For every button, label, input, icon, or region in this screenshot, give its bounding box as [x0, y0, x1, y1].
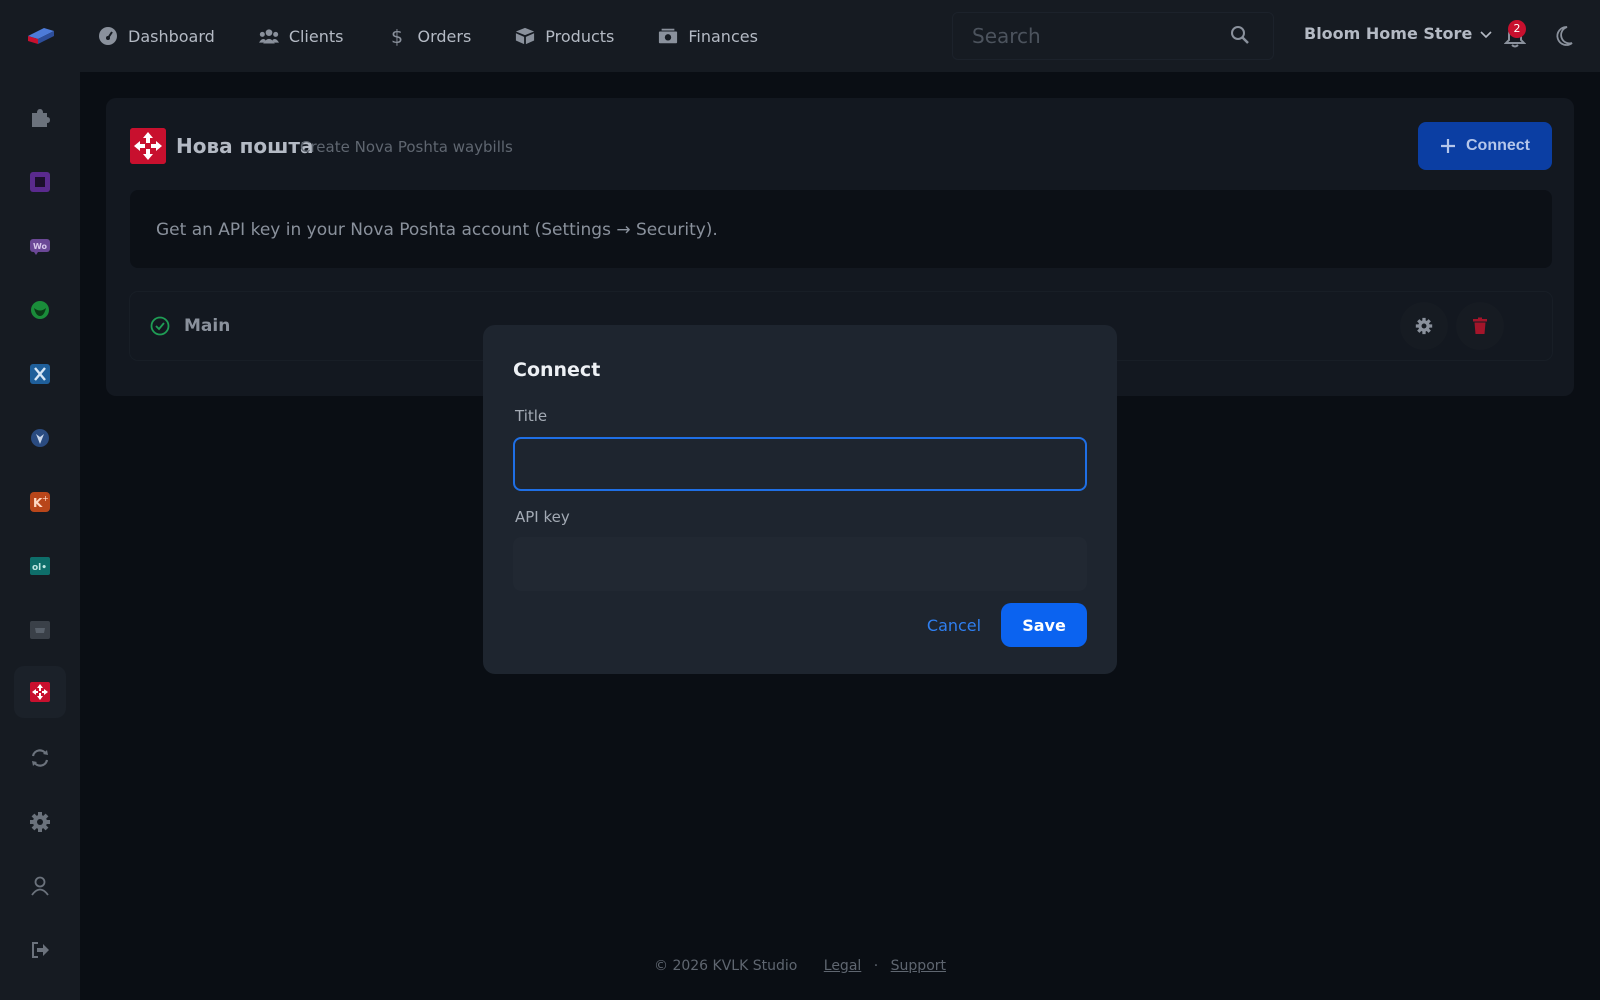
olx-icon: ol•	[30, 557, 50, 575]
nav-dashboard[interactable]: Dashboard	[98, 26, 215, 46]
sidebar-item-sync[interactable]	[22, 740, 58, 776]
nova-poshta-logo-icon	[130, 128, 166, 164]
save-button[interactable]: Save	[1001, 603, 1087, 647]
dollar-icon: $	[391, 26, 403, 46]
sync-icon	[31, 749, 49, 767]
title-input[interactable]	[513, 437, 1087, 491]
top-bar: Dashboard Clients $ Orders Products Fina…	[0, 0, 1600, 72]
account-delete-button[interactable]	[1456, 302, 1504, 350]
sidebar-item-shield-app[interactable]	[22, 420, 58, 456]
connect-button-label: Connect	[1466, 137, 1530, 154]
svg-text:Wo: Wo	[33, 242, 48, 251]
sidebar: Wo K + ol•	[0, 72, 80, 1000]
footer: © 2026 KVLK Studio Legal · Support	[0, 958, 1600, 974]
sidebar-item-olx[interactable]: ol•	[22, 548, 58, 584]
connect-modal: Connect Title API key Cancel Save	[483, 325, 1117, 674]
sidebar-item-settings[interactable]	[22, 804, 58, 840]
sidebar-item-woocommerce[interactable]: Wo	[22, 228, 58, 264]
footer-separator: ·	[873, 958, 879, 974]
api-key-input[interactable]	[513, 537, 1087, 591]
connect-button[interactable]: Connect	[1418, 122, 1552, 170]
nav-products[interactable]: Products	[515, 26, 614, 46]
nav-clients[interactable]: Clients	[258, 26, 344, 46]
x-app-icon	[30, 364, 50, 384]
trash-icon	[1473, 317, 1487, 334]
search-box	[952, 12, 1274, 60]
gear-icon	[1415, 317, 1433, 335]
store-name: Bloom Home Store	[1304, 24, 1473, 43]
sidebar-item-square[interactable]	[22, 164, 58, 200]
modal-title: Connect	[513, 359, 601, 381]
users-icon	[258, 29, 279, 44]
nav-label: Orders	[417, 26, 472, 46]
info-banner: Get an API key in your Nova Poshta accou…	[130, 190, 1552, 268]
dashboard-icon	[99, 27, 117, 45]
copyright-text: © 2026 KVLK Studio	[654, 958, 798, 974]
support-link[interactable]: Support	[891, 958, 946, 974]
search-input[interactable]	[952, 12, 1274, 60]
nav-finances[interactable]: Finances	[658, 26, 758, 46]
svg-text:+: +	[42, 494, 49, 503]
integration-title: Нова пошта	[176, 134, 314, 158]
green-app-icon	[31, 301, 49, 319]
box-icon	[516, 27, 535, 45]
sidebar-item-k-plus[interactable]: K +	[22, 484, 58, 520]
notification-badge: 2	[1508, 20, 1526, 38]
nav-label: Products	[545, 26, 615, 46]
nav-label: Clients	[288, 26, 344, 46]
plus-icon	[1441, 139, 1455, 153]
search-icon[interactable]	[1230, 25, 1250, 45]
sidebar-item-integrations[interactable]	[22, 100, 58, 136]
sidebar-item-x-app[interactable]	[22, 356, 58, 392]
gear-icon	[30, 812, 50, 832]
legal-link[interactable]: Legal	[824, 958, 862, 974]
money-icon	[659, 28, 678, 44]
title-label: Title	[515, 407, 548, 425]
nav-orders[interactable]: $ Orders	[387, 26, 471, 46]
k-plus-icon: K +	[30, 492, 50, 512]
sidebar-item-shop[interactable]	[22, 612, 58, 648]
store-selector[interactable]: Bloom Home Store	[1304, 24, 1492, 43]
nav-label: Finances	[688, 26, 758, 46]
svg-text:$: $	[391, 26, 403, 46]
sidebar-item-nova-poshta[interactable]	[14, 666, 66, 718]
shop-icon	[30, 621, 50, 639]
api-key-label: API key	[515, 508, 570, 526]
shield-app-icon	[31, 429, 49, 447]
square-app-icon	[30, 172, 50, 192]
user-icon	[31, 876, 49, 896]
check-circle-icon	[150, 316, 170, 336]
chevron-down-icon	[1480, 30, 1492, 38]
main-nav: Dashboard Clients $ Orders Products Fina…	[98, 0, 802, 72]
app-logo-icon[interactable]	[24, 22, 58, 50]
svg-text:ol•: ol•	[32, 563, 47, 573]
account-settings-button[interactable]	[1400, 302, 1448, 350]
sidebar-item-green-app[interactable]	[22, 292, 58, 328]
cancel-button[interactable]: Cancel	[903, 603, 1005, 647]
woo-icon: Wo	[30, 239, 50, 255]
sidebar-item-profile[interactable]	[22, 868, 58, 904]
nova-poshta-icon	[30, 682, 50, 702]
account-name: Main	[184, 316, 231, 336]
moon-icon[interactable]	[1552, 24, 1574, 48]
puzzle-icon	[32, 109, 50, 127]
integration-subtitle: Create Nova Poshta waybills	[300, 138, 513, 156]
nav-label: Dashboard	[128, 26, 215, 46]
